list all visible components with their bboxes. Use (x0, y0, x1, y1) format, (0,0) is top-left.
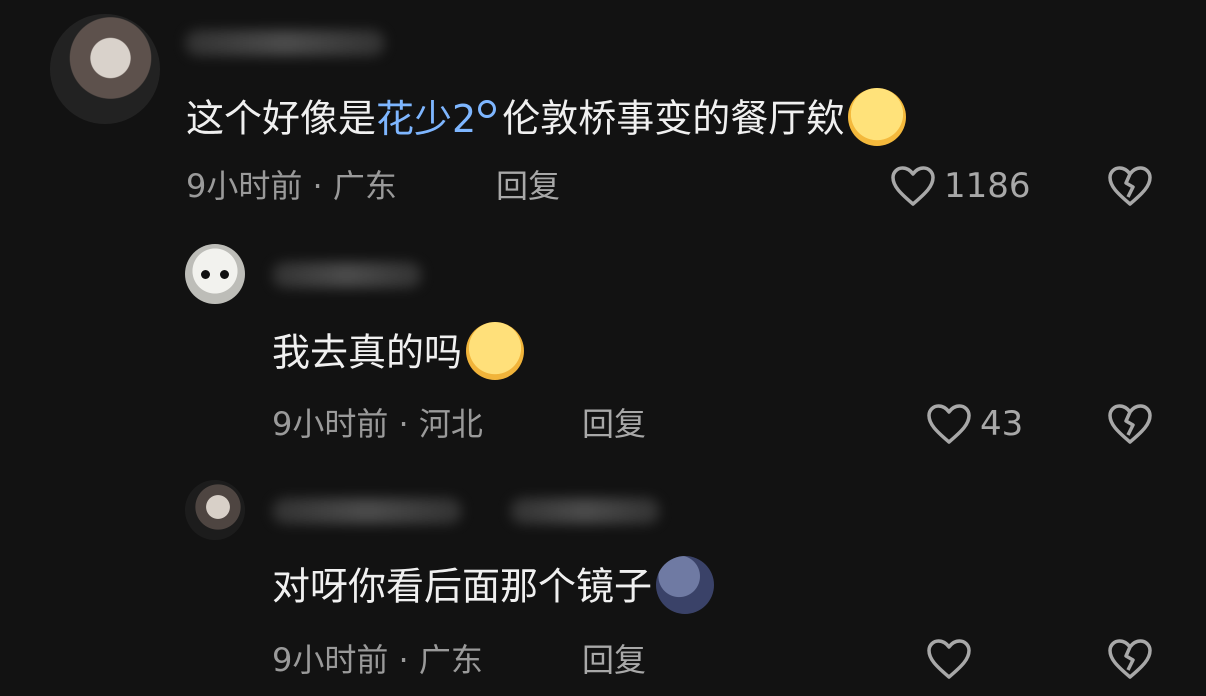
timestamp: 9小时前 (272, 405, 389, 443)
location: 广东 (418, 641, 483, 679)
comment-meta: 9小时前 · 广东 (186, 166, 397, 206)
dislike-button[interactable] (1107, 638, 1153, 680)
reply-button[interactable]: 回复 (496, 166, 560, 206)
comment-text: 对呀你看后面那个镜子 (272, 556, 715, 618)
comment-text: 这个好像是花少2 伦敦桥事变的餐厅欸 (186, 88, 907, 150)
heart-outline-icon (891, 166, 935, 206)
username-blurred[interactable] (185, 30, 385, 56)
topic-link[interactable]: 花少2 (376, 97, 502, 141)
comment-text-part: 这个好像是 (186, 96, 377, 141)
avatar[interactable] (185, 244, 245, 304)
comment-text-part: 我去真的吗 (272, 330, 463, 375)
new-moon-face-emoji-icon (656, 556, 715, 614)
comment-text-part: 伦敦桥事变的餐厅欸 (502, 96, 845, 141)
separator: · (398, 405, 409, 443)
dislike-button[interactable] (1107, 165, 1153, 207)
location: 广东 (332, 167, 397, 205)
broken-heart-icon (1108, 404, 1152, 444)
separator: · (398, 641, 409, 679)
like-count: 43 (980, 404, 1024, 444)
topic-link-label: 花少2 (376, 96, 477, 141)
like-button[interactable]: 43 (926, 403, 1023, 445)
broken-heart-icon (1108, 166, 1152, 206)
heart-outline-icon (927, 404, 971, 444)
comment-text: 我去真的吗 (272, 322, 525, 384)
crying-face-emoji-icon (848, 88, 907, 146)
search-icon (478, 99, 497, 118)
reply-button[interactable]: 回复 (582, 404, 646, 444)
nervous-face-emoji-icon (466, 322, 525, 380)
username-blurred[interactable] (272, 498, 462, 524)
avatar-eye (220, 270, 229, 279)
comment-meta: 9小时前 · 河北 (272, 404, 483, 444)
username-blurred[interactable] (272, 262, 422, 288)
like-count: 1186 (944, 166, 1031, 206)
avatar[interactable] (185, 480, 245, 540)
separator: · (312, 167, 323, 205)
like-button[interactable]: 1186 (890, 165, 1031, 207)
timestamp: 9小时前 (186, 167, 303, 205)
heart-outline-icon (927, 639, 971, 679)
comment-meta: 9小时前 · 广东 (272, 640, 483, 680)
reply-target-blurred[interactable] (510, 498, 660, 524)
timestamp: 9小时前 (272, 641, 389, 679)
location: 河北 (418, 405, 483, 443)
avatar[interactable] (50, 14, 160, 124)
broken-heart-icon (1108, 639, 1152, 679)
reply-button[interactable]: 回复 (582, 640, 646, 680)
comment-text-part: 对呀你看后面那个镜子 (272, 564, 653, 609)
avatar-eye (201, 270, 210, 279)
dislike-button[interactable] (1107, 403, 1153, 445)
like-button[interactable] (926, 638, 980, 680)
